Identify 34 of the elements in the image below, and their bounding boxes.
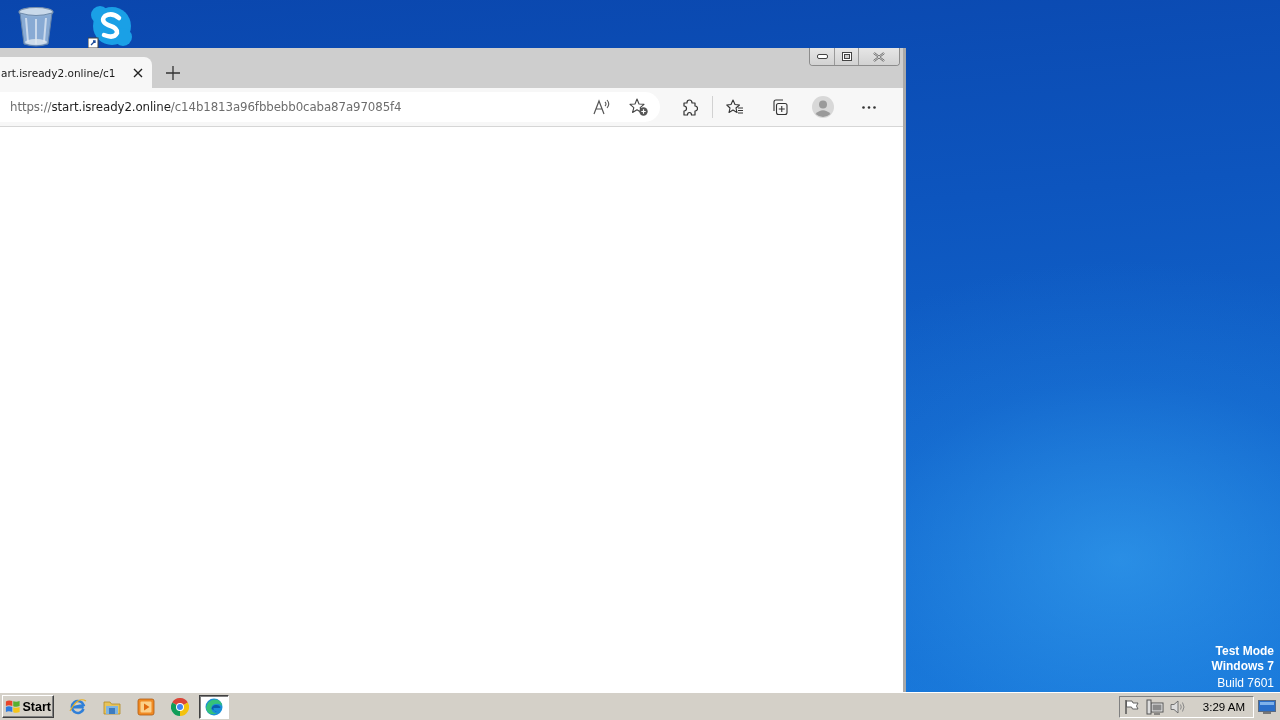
network-icon[interactable] bbox=[1145, 698, 1164, 715]
close-icon bbox=[133, 67, 143, 78]
star-plus-icon bbox=[628, 98, 648, 116]
plus-icon bbox=[166, 66, 180, 80]
clock-text[interactable]: 3:29 AM bbox=[1202, 700, 1245, 713]
recycle-bin-icon[interactable] bbox=[16, 6, 56, 48]
play-icon bbox=[137, 697, 155, 716]
avatar-icon bbox=[812, 96, 834, 118]
monitor-icon bbox=[1258, 699, 1276, 714]
start-button[interactable]: Start bbox=[2, 695, 54, 718]
star-list-icon bbox=[726, 99, 744, 115]
puzzle-icon bbox=[682, 98, 698, 116]
flag-icon[interactable] bbox=[1123, 698, 1140, 715]
collections-icon bbox=[770, 98, 788, 116]
segmented-circle-icon bbox=[171, 697, 189, 716]
minimize-button[interactable] bbox=[810, 48, 835, 65]
maximize-icon bbox=[841, 52, 852, 61]
close-icon bbox=[873, 51, 885, 62]
tab-title: art.isready2.online/c1 bbox=[1, 66, 117, 79]
e-logo-icon bbox=[69, 697, 87, 716]
windows-flag-icon bbox=[5, 699, 21, 714]
build-text: Build 7601 bbox=[1217, 676, 1274, 691]
swirl-logo-icon bbox=[205, 697, 223, 716]
taskbar-app-button[interactable] bbox=[199, 694, 229, 719]
minimize-icon bbox=[816, 54, 828, 59]
test-mode-text: Test Mode bbox=[1215, 644, 1274, 659]
more-icon bbox=[862, 105, 876, 109]
s-logo-icon[interactable] bbox=[88, 6, 132, 48]
read-aloud-icon bbox=[593, 99, 611, 115]
speaker-icon[interactable] bbox=[1169, 698, 1187, 715]
maximize-button[interactable] bbox=[835, 48, 859, 65]
address-field[interactable]: https://start.isready2.online/c14b1813a96fbbebb0caba87a97085f4 bbox=[0, 92, 660, 122]
browser-tab[interactable]: art.isready2.online/c1 bbox=[0, 57, 152, 88]
os-version-text: Windows 7 bbox=[1211, 659, 1274, 674]
